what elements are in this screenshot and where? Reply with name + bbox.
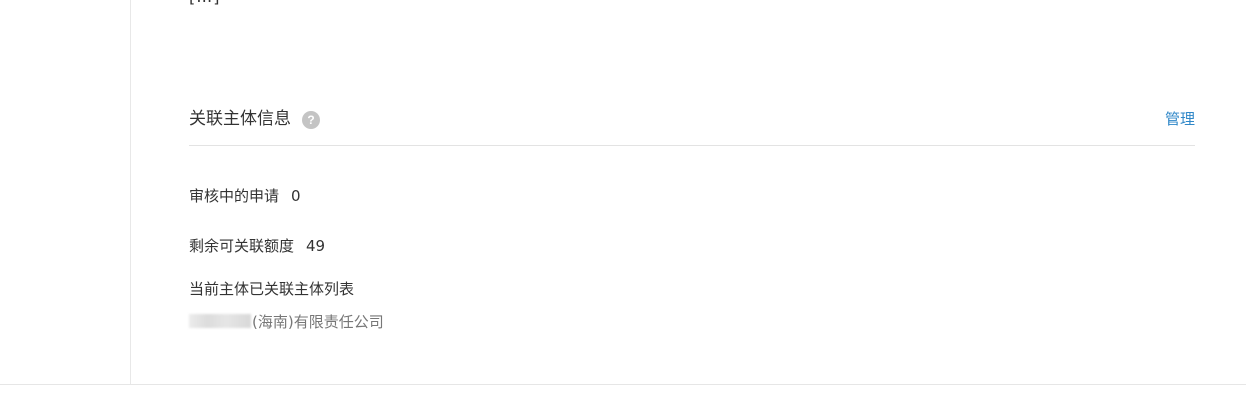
question-circle-icon[interactable]: ? xyxy=(302,111,320,129)
page: […] 关联主体信息 ? 管理 审核中的申请 0 剩余可关联额度 49 当前主体已关… xyxy=(0,0,1246,416)
clipped-top-text: […] xyxy=(189,0,220,6)
bottom-divider xyxy=(0,384,1246,385)
manage-link[interactable]: 管理 xyxy=(1165,106,1195,132)
section-divider xyxy=(189,145,1195,146)
remaining-quota-row: 剩余可关联额度 49 xyxy=(189,235,325,257)
pending-applications-label: 审核中的申请 xyxy=(189,187,280,205)
remaining-quota-value: 49 xyxy=(306,237,326,255)
pending-applications-row: 审核中的申请 0 xyxy=(189,185,301,207)
remaining-quota-label: 剩余可关联额度 xyxy=(189,237,295,255)
sidebar-divider xyxy=(130,0,131,384)
section-header: 关联主体信息 ? 管理 xyxy=(189,106,1195,132)
section-title: 关联主体信息 xyxy=(189,109,291,129)
pending-applications-value: 0 xyxy=(291,187,301,205)
redacted-name-block xyxy=(189,314,251,328)
linked-entity-name: (海南)有限责任公司 xyxy=(252,313,384,331)
linked-entities-title: 当前主体已关联主体列表 xyxy=(189,280,355,298)
linked-entity-item: (海南)有限责任公司 xyxy=(189,311,384,333)
